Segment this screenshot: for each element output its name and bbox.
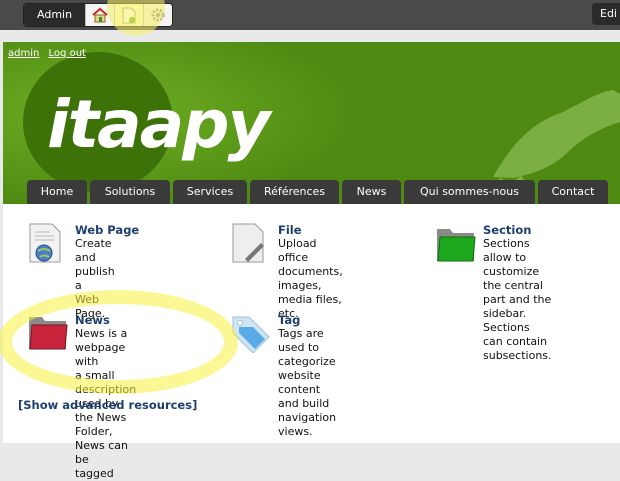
desc-line: customize the central [483, 265, 543, 292]
edit-button[interactable]: Edi [592, 3, 620, 25]
main-nav: Home Solutions Services Références News … [27, 180, 608, 204]
file-title[interactable]: File [278, 223, 302, 237]
nav-news[interactable]: News [342, 180, 401, 204]
tag-description: Tags are used to categorize website cont… [278, 327, 336, 439]
file-icon [232, 223, 264, 263]
desc-line: Folder, News can be [75, 425, 128, 466]
admin-label[interactable]: Admin [24, 4, 86, 26]
nav-solutions[interactable]: Solutions [90, 180, 170, 204]
desc-line: part and the sidebar. [483, 293, 552, 320]
file-description: Upload office documents, images, media f… [278, 237, 343, 321]
desc-line: categorize website [278, 355, 336, 382]
desc-line: navigation views. [278, 411, 337, 438]
section-description: Sections allow to customize the central … [483, 237, 552, 363]
desc-line: a small description [75, 369, 137, 396]
news-title[interactable]: News [75, 313, 110, 327]
nav-about[interactable]: Qui sommes-nous [404, 180, 535, 204]
section-folder-icon [437, 229, 476, 262]
nav-references[interactable]: Références [250, 180, 339, 204]
desc-line: content and build [278, 383, 330, 410]
admin-toolbar: Admin Edi [0, 0, 620, 30]
site-header: admin Log out itaapy Home Solutions Serv… [3, 42, 620, 204]
user-links: admin Log out [8, 48, 92, 59]
new-page-icon[interactable] [114, 4, 144, 26]
desc-line: Tags are used to [278, 327, 324, 354]
desc-line: Upload office [278, 237, 317, 264]
site-logo[interactable]: itaapy [47, 86, 271, 163]
desc-line: tagged [75, 467, 114, 480]
desc-line: News is a webpage with [75, 327, 128, 368]
web-page-icon [29, 223, 61, 263]
kangaroo-illustration [493, 90, 620, 182]
logout-link[interactable]: Log out [49, 48, 86, 59]
section-title[interactable]: Section [483, 223, 531, 237]
web-page-title[interactable]: Web Page [75, 223, 139, 237]
desc-line: subsections. [483, 349, 552, 362]
nav-home[interactable]: Home [27, 180, 87, 204]
username-link[interactable]: admin [8, 48, 39, 59]
tag-icon [232, 316, 270, 353]
show-advanced-resources-link[interactable]: [Show advanced resources] [18, 398, 197, 412]
nav-services[interactable]: Services [173, 180, 247, 204]
admin-tool-group: Admin [23, 3, 174, 27]
nav-contact[interactable]: Contact [538, 180, 608, 204]
tag-title[interactable]: Tag [278, 313, 300, 327]
gear-icon[interactable] [143, 4, 173, 26]
desc-line: documents, images, [278, 265, 343, 292]
home-icon[interactable] [85, 4, 115, 26]
news-folder-icon [29, 317, 68, 350]
desc-line: Sections can contain [483, 321, 548, 348]
desc-line: Create and publish a [75, 237, 115, 292]
desc-line: Sections allow to [483, 237, 530, 264]
web-page-description: Create and publish a Web Page. [75, 237, 115, 321]
